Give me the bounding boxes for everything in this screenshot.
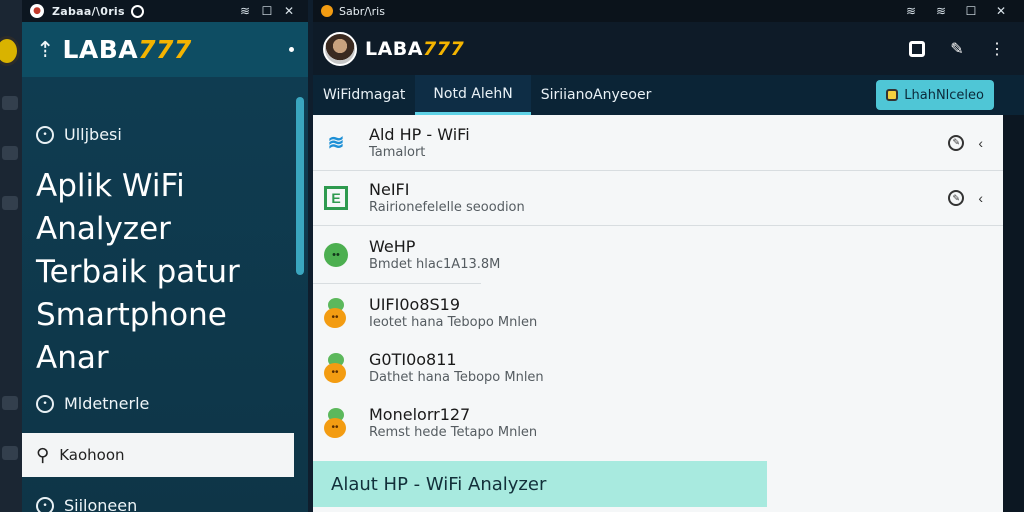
list-item[interactable]: •• WeHP Bmdet hlac1A13.8M xyxy=(313,226,1003,283)
nav-item-top-label: Ulljbesi xyxy=(64,125,122,144)
item-title: Monelorr127 xyxy=(369,404,471,424)
edit-icon[interactable]: ✎ xyxy=(948,134,965,151)
nav-item-mid-label: Mldetnerle xyxy=(64,394,150,413)
item-title: UIFI0o8S19 xyxy=(369,294,461,314)
brand-logo: LABA777 xyxy=(62,35,192,64)
avatar[interactable] xyxy=(323,31,357,66)
box-icon: E xyxy=(323,185,349,211)
list-item[interactable]: •• UIFI0o8S19 Ieotet hana Tebopo Mnlen xyxy=(313,285,1003,340)
left-scrollbar[interactable] xyxy=(296,97,304,275)
badge-icon xyxy=(886,89,899,101)
maximize-button[interactable]: ☐ xyxy=(956,4,986,18)
right-header: LABA777 ✎ ⋮ xyxy=(313,22,1024,75)
close-button[interactable]: ✕ xyxy=(986,4,1016,18)
left-header: ⇡ LABA777 xyxy=(22,22,308,77)
tab-action-label: LhahNlceleo xyxy=(904,87,984,103)
tab-analyzer[interactable]: SiriianoAnyeoer xyxy=(531,75,662,115)
left-titlebar: ● Zabaa/\0ris ≋ ☐ ✕ xyxy=(22,0,308,22)
hero-heading: Aplik WiFi Analyzer Terbaik patur Smartp… xyxy=(36,165,296,380)
right-titlebar: Sabr/\ris ≋ ≋ ☐ ✕ xyxy=(313,0,1024,22)
left-window-title: Zabaa/\0ris xyxy=(52,4,125,18)
left-body: • Ulljbesi Aplik WiFi Analyzer Terbaik p… xyxy=(22,77,308,512)
item-subtitle: Dathet hana Tebopo Mnlen xyxy=(369,369,544,385)
hero-line: Aplik WiFi xyxy=(36,168,185,204)
list-item[interactable]: •• G0TI0o811 Dathet hana Tebopo Mnlen xyxy=(313,340,1003,395)
network-list: ≋ Ald HP - WiFi Tamalort ✎ ‹ E NeIFI Rai… xyxy=(313,115,1003,512)
nav-item-mid[interactable]: • Mldetnerle xyxy=(36,394,149,413)
left-window: ● Zabaa/\0ris ≋ ☐ ✕ ⇡ LABA777 • Ulljbesi… xyxy=(22,0,308,512)
dual-circle-icon: •• xyxy=(323,407,349,438)
hero-line: Analyzer xyxy=(36,211,171,247)
item-title: WeHP xyxy=(369,236,416,256)
right-window: Sabr/\ris ≋ ≋ ☐ ✕ LABA777 ✎ ⋮ WiFidmagat… xyxy=(313,0,1024,512)
info-icon: • xyxy=(36,394,54,413)
brand-logo: LABA777 xyxy=(365,37,465,60)
item-subtitle: Ieotet hana Tebopo Mnlen xyxy=(369,314,538,330)
edit-pen-icon[interactable]: ✎ xyxy=(940,34,974,64)
bottom-banner[interactable]: Alaut HP - WiFi Analyzer xyxy=(313,461,767,507)
item-title: NeIFI xyxy=(369,180,410,199)
close-button[interactable]: ✕ xyxy=(278,4,300,18)
right-window-title: Sabr/\ris xyxy=(339,4,385,18)
search-item[interactable]: ⚲ Kaohoon xyxy=(22,433,294,477)
maximize-button[interactable]: ☐ xyxy=(256,4,278,18)
app-badge-icon: ● xyxy=(30,4,44,18)
divider xyxy=(313,283,481,284)
right-scrollbar-track[interactable] xyxy=(1003,115,1024,512)
more-dot-icon[interactable] xyxy=(289,47,294,52)
nav-item-bottom-label: Siiloneen xyxy=(64,496,138,512)
item-subtitle: Rairionefelelle seoodion xyxy=(369,200,525,215)
film-icon xyxy=(2,446,18,460)
dual-circle-icon: •• xyxy=(323,352,349,383)
hero-line: Terbaik patur xyxy=(36,254,240,290)
nav-item-top[interactable]: • Ulljbesi xyxy=(36,125,122,144)
wifi-icon: ≋ xyxy=(327,132,345,154)
mic-icon xyxy=(2,196,18,210)
settings-icon: • xyxy=(36,496,54,512)
item-subtitle: Tamalort xyxy=(369,144,426,160)
item-title: Ald HP - WiFi xyxy=(369,124,470,144)
background-strip xyxy=(0,0,22,512)
chevron-left-icon[interactable]: ‹ xyxy=(978,135,983,151)
tab-active[interactable]: Notd AlehN xyxy=(415,75,531,115)
dual-circle-icon: •• xyxy=(323,297,349,328)
desktop: ● Zabaa/\0ris ≋ ☐ ✕ ⇡ LABA777 • Ulljbesi… xyxy=(0,0,1024,512)
wifi-signal-icon: ≋ xyxy=(935,4,947,18)
tab-bar: WiFidmagat Notd AlehN SiriianoAnyeoer Lh… xyxy=(313,75,1024,115)
nav-item-bottom[interactable]: • Siiloneen xyxy=(36,496,137,512)
hero-line: Anar xyxy=(36,340,109,376)
item-subtitle: Bmdet hlac1A13.8M xyxy=(369,256,501,272)
search-icon: ⚲ xyxy=(36,444,50,466)
window-icon[interactable] xyxy=(900,34,934,64)
menu-icon xyxy=(2,96,18,110)
chevron-left-icon[interactable]: ‹ xyxy=(978,190,983,206)
item-subtitle: Remst hede Tetapo Mnlen xyxy=(369,424,538,440)
green-circle-icon: •• xyxy=(323,242,349,268)
list-item[interactable]: ≋ Ald HP - WiFi Tamalort ✎ ‹ xyxy=(313,115,1003,171)
image-icon xyxy=(2,396,18,410)
tab-action-button[interactable]: LhahNlceleo xyxy=(876,80,994,110)
list-item[interactable]: •• Monelorr127 Remst hede Tetapo Mnlen xyxy=(313,395,1003,450)
edit-icon[interactable]: ✎ xyxy=(948,190,965,206)
record-icon xyxy=(130,4,144,18)
clock-icon: • xyxy=(36,125,54,144)
tab-wifi[interactable]: WiFidmagat xyxy=(313,75,415,115)
app-badge-icon xyxy=(321,5,333,17)
hero-line: Smartphone xyxy=(36,297,227,333)
more-vert-icon[interactable]: ⋮ xyxy=(980,34,1014,64)
wifi-status-icon: ≋ xyxy=(239,4,251,18)
wifi-status-icon: ≋ xyxy=(905,4,917,18)
item-title: G0TI0o811 xyxy=(369,349,457,369)
list-item[interactable]: E NeIFI Rairionefelelle seoodion ✎ ‹ xyxy=(313,171,1003,226)
wifi-logo-icon: ⇡ xyxy=(36,36,55,62)
tools-icon xyxy=(2,146,18,160)
app-logo-icon xyxy=(0,36,20,66)
search-label: Kaohoon xyxy=(59,446,125,464)
